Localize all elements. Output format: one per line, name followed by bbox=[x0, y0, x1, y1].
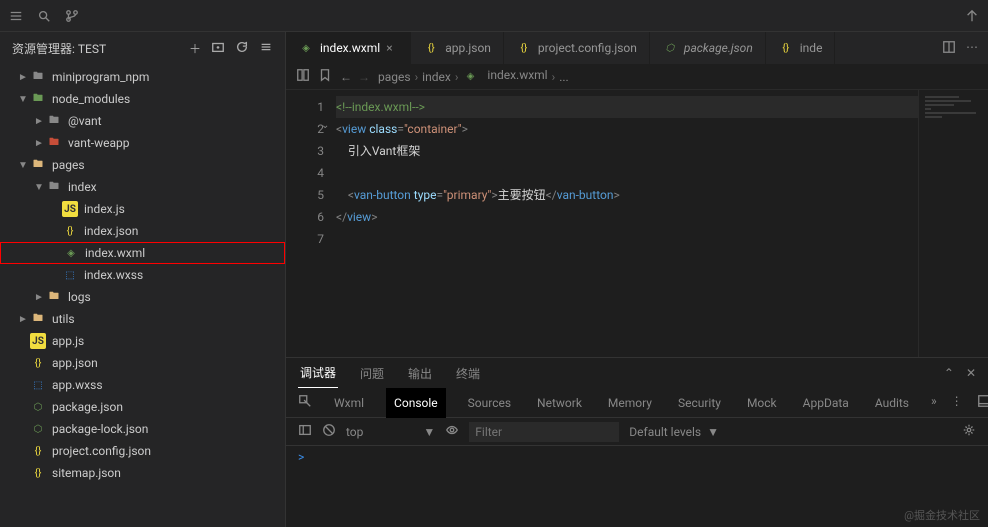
settings-icon[interactable] bbox=[962, 423, 976, 440]
title-bar bbox=[0, 0, 988, 32]
collapse-all-icon[interactable] bbox=[259, 40, 273, 57]
refresh-icon[interactable] bbox=[235, 40, 249, 57]
breadcrumb-item[interactable]: ... bbox=[559, 70, 569, 84]
bottom-panel: 调试器问题输出终端 ⌃ ✕ Wxml Console Sources Network M… bbox=[286, 357, 988, 527]
tree-item[interactable]: ►🖿@vant bbox=[0, 110, 285, 132]
branch-icon[interactable] bbox=[64, 8, 80, 24]
tree-item[interactable]: {}sitemap.json bbox=[0, 462, 285, 484]
breadcrumb: ← → pages›index›◈ index.wxml›... bbox=[286, 64, 988, 90]
nav-forward-icon[interactable]: → bbox=[358, 70, 370, 84]
editor-tabs: ◈index.wxml×{}app.json{}project.config.j… bbox=[286, 32, 988, 64]
watermark: @掘金技术社区 bbox=[904, 507, 980, 523]
devtools-menu-icon[interactable]: ⋮ bbox=[951, 394, 963, 411]
tree-item[interactable]: ⬡package.json bbox=[0, 396, 285, 418]
tree-item[interactable]: ◈index.wxml bbox=[0, 242, 285, 264]
panel-tab[interactable]: 问题 bbox=[358, 358, 386, 388]
tree-item[interactable]: ►🖿miniprogram_npm bbox=[0, 66, 285, 88]
devtools-tab[interactable]: Sources bbox=[464, 388, 515, 418]
console-sidebar-icon[interactable] bbox=[298, 423, 312, 440]
more-actions-icon[interactable]: ⋯ bbox=[966, 40, 978, 57]
code-line: <!--index.wxml--> bbox=[336, 100, 425, 114]
devtools-tab[interactable]: Mock bbox=[743, 388, 781, 418]
console-output[interactable]: > bbox=[286, 446, 988, 527]
editor-tab[interactable]: ◈index.wxml× bbox=[286, 32, 411, 64]
devtools-tab[interactable]: Network bbox=[533, 388, 586, 418]
tree-item[interactable]: ►🖿vant-weapp bbox=[0, 132, 285, 154]
tree-item[interactable]: JSindex.js bbox=[0, 198, 285, 220]
devtools-tab[interactable]: Memory bbox=[604, 388, 656, 418]
editor-tab[interactable]: {}project.config.json bbox=[504, 32, 650, 64]
new-folder-icon[interactable] bbox=[211, 40, 225, 57]
context-select[interactable]: top▼ bbox=[346, 425, 435, 439]
editor-tab[interactable]: {}app.json bbox=[411, 32, 504, 64]
compare-icon[interactable] bbox=[296, 68, 310, 85]
tree-item[interactable]: {}index.json bbox=[0, 220, 285, 242]
breadcrumb-item[interactable]: ◈ index.wxml bbox=[462, 68, 547, 85]
bookmark-icon[interactable] bbox=[318, 68, 332, 85]
devtools-tab[interactable]: Console bbox=[386, 388, 446, 418]
breadcrumb-item[interactable]: index bbox=[422, 70, 451, 84]
explorer-title: 资源管理器: TEST bbox=[12, 40, 106, 57]
tree-item[interactable]: ⬚app.wxss bbox=[0, 374, 285, 396]
log-levels-select[interactable]: Default levels▼ bbox=[629, 425, 719, 439]
new-file-icon[interactable]: ＋ bbox=[189, 40, 201, 57]
explorer-sidebar: 资源管理器: TEST ＋ ►🖿miniprogram_npm▼🖿node_mo… bbox=[0, 32, 286, 527]
devtools-dock-icon[interactable] bbox=[977, 394, 988, 411]
nav-back-icon[interactable]: ← bbox=[340, 70, 352, 84]
tree-item[interactable]: ►🖿logs bbox=[0, 286, 285, 308]
panel-close-icon[interactable]: ✕ bbox=[966, 366, 976, 380]
tree-item[interactable]: {}app.json bbox=[0, 352, 285, 374]
tree-item[interactable]: ⬚index.wxss bbox=[0, 264, 285, 286]
console-prompt: > bbox=[298, 450, 304, 464]
tab-close-icon[interactable]: × bbox=[386, 41, 398, 55]
panel-tab[interactable]: 输出 bbox=[406, 358, 434, 388]
inspect-icon[interactable] bbox=[298, 394, 312, 411]
menu-icon[interactable] bbox=[8, 8, 24, 24]
tree-item[interactable]: ▼🖿index bbox=[0, 176, 285, 198]
file-tree: ►🖿miniprogram_npm▼🖿node_modules►🖿@vant►🖿… bbox=[0, 64, 285, 527]
console-filter-input[interactable] bbox=[469, 422, 619, 442]
more-icon[interactable]: » bbox=[931, 394, 937, 411]
tree-item[interactable]: ⬡package-lock.json bbox=[0, 418, 285, 440]
clear-console-icon[interactable] bbox=[322, 423, 336, 440]
panel-expand-icon[interactable]: ⌃ bbox=[944, 366, 954, 380]
tree-item[interactable]: JSapp.js bbox=[0, 330, 285, 352]
editor-tab[interactable]: ⬡package.json bbox=[650, 32, 766, 64]
editor-tab[interactable]: {}inde bbox=[766, 32, 836, 64]
panel-tab[interactable]: 调试器 bbox=[298, 358, 338, 388]
split-editor-icon[interactable] bbox=[942, 40, 956, 57]
panel-tab[interactable]: 终端 bbox=[454, 358, 482, 388]
tree-item[interactable]: ▼🖿node_modules bbox=[0, 88, 285, 110]
devtools-tab[interactable]: Wxml bbox=[330, 388, 368, 418]
fold-icon[interactable]: ⌄ bbox=[321, 120, 329, 131]
devtools-tab[interactable]: Audits bbox=[871, 388, 913, 418]
collapse-icon[interactable] bbox=[964, 8, 980, 24]
tree-item[interactable]: {}project.config.json bbox=[0, 440, 285, 462]
code-editor[interactable]: <!--index.wxml--> <view class="container… bbox=[336, 90, 918, 357]
devtools-tab[interactable]: Security bbox=[674, 388, 725, 418]
tree-item[interactable]: ▼🖿pages bbox=[0, 154, 285, 176]
breadcrumb-item[interactable]: pages bbox=[378, 70, 411, 84]
minimap[interactable] bbox=[918, 90, 988, 357]
devtools-tab[interactable]: AppData bbox=[799, 388, 853, 418]
search-icon[interactable] bbox=[36, 8, 52, 24]
eye-icon[interactable] bbox=[445, 423, 459, 440]
tree-item[interactable]: ►🖿utils bbox=[0, 308, 285, 330]
